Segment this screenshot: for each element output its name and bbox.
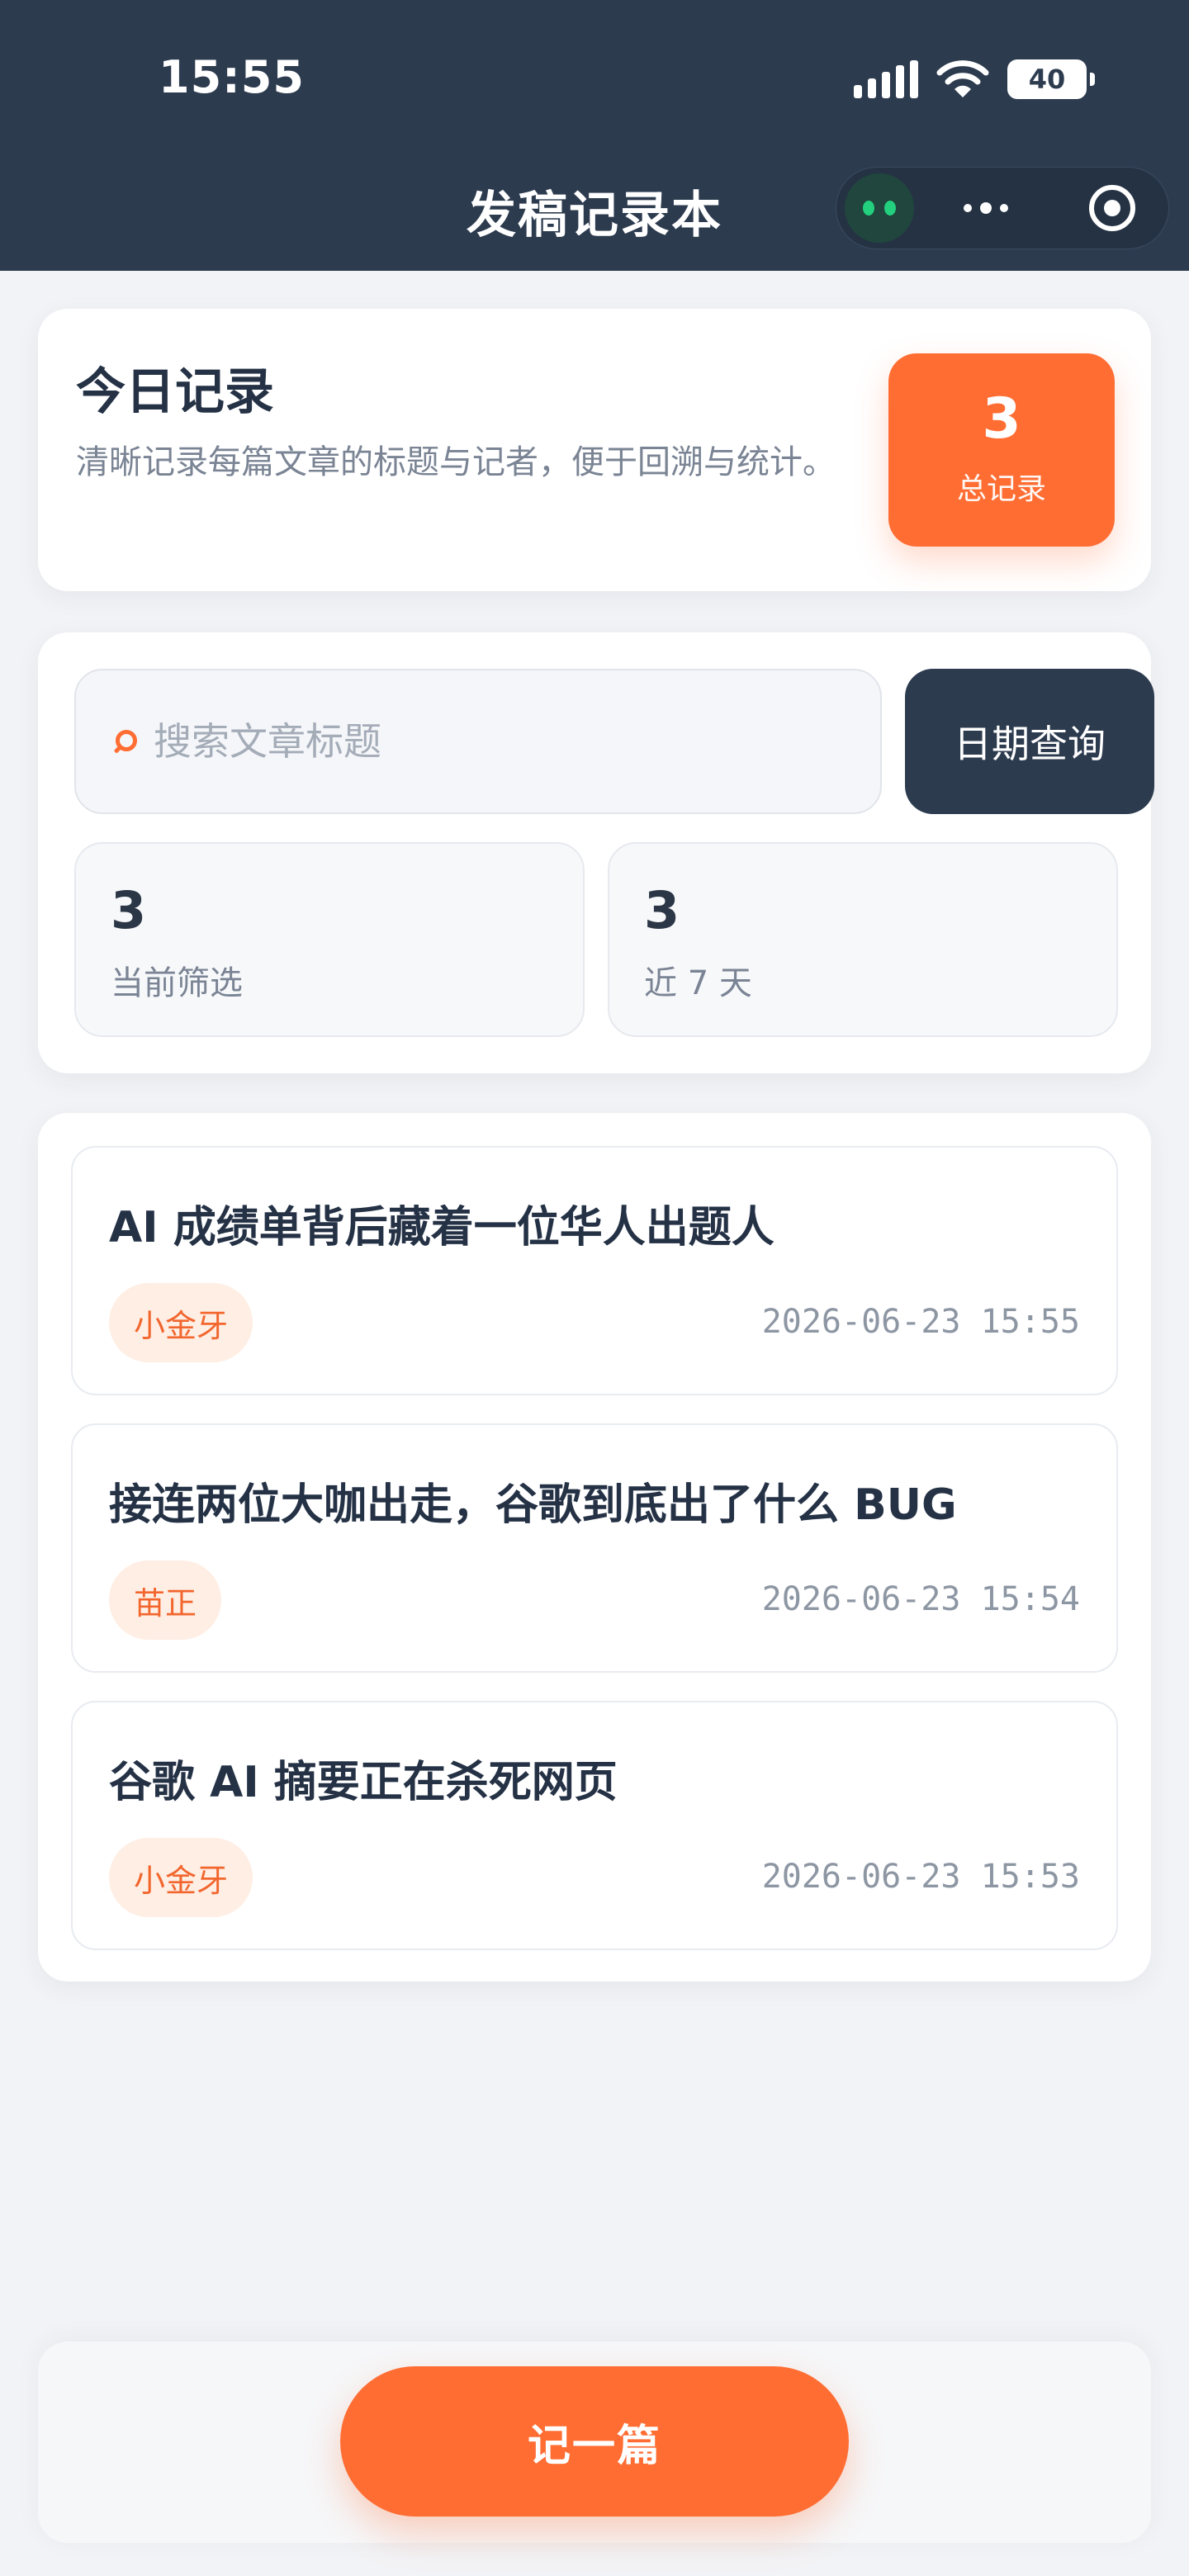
record-time: 2026-06-23 15:55	[761, 1303, 1080, 1341]
mini-program-capsule	[836, 167, 1169, 249]
filter-card: 日期查询 3 当前筛选 3 近 7 天	[38, 632, 1154, 1073]
total-records-label: 总记录	[956, 472, 1046, 506]
total-records-badge: 3 总记录	[888, 353, 1115, 547]
signal-icon	[854, 60, 918, 98]
stat-value: 3	[644, 880, 680, 940]
status-icons: 40	[854, 56, 1095, 102]
record-time: 2026-06-23 15:53	[761, 1858, 1080, 1896]
reporter-tag: 苗正	[109, 1560, 222, 1640]
record-item[interactable]: 谷歌 AI 摘要正在杀死网页 小金牙 2026-06-23 15:53	[71, 1701, 1118, 1950]
search-box[interactable]	[74, 669, 882, 814]
records-list: AI 成绩单背后藏着一位华人出题人 小金牙 2026-06-23 15:55 接…	[38, 1113, 1151, 1982]
record-title: 谷歌 AI 摘要正在杀死网页	[109, 1758, 618, 1807]
stat-current-filter: 3 当前筛选	[74, 842, 585, 1037]
summary-title: 今日记录	[76, 363, 274, 421]
record-item[interactable]: 接连两位大咖出走，谷歌到底出了什么 BUG 苗正 2026-06-23 15:5…	[71, 1423, 1118, 1673]
reporter-tag: 小金牙	[109, 1838, 253, 1917]
top-bar: 15:55 40 发稿记录本	[0, 0, 1189, 271]
stat-last-7-days: 3 近 7 天	[608, 842, 1118, 1037]
close-target-icon[interactable]	[1089, 185, 1135, 231]
reporter-tag: 小金牙	[109, 1283, 253, 1362]
bottom-action-bar: 记一篇	[38, 2342, 1151, 2543]
stat-label: 当前筛选	[111, 964, 243, 1002]
stat-label: 近 7 天	[644, 964, 752, 1002]
date-query-button[interactable]: 日期查询	[905, 669, 1154, 814]
summary-description: 清晰记录每篇文章的标题与记者，便于回溯与统计。	[76, 443, 836, 481]
search-input[interactable]	[154, 719, 814, 764]
record-title: 接连两位大咖出走，谷歌到底出了什么 BUG	[109, 1480, 957, 1530]
status-time: 15:55	[159, 51, 305, 103]
more-dots-icon[interactable]	[964, 202, 1008, 214]
stat-value: 3	[111, 880, 147, 940]
search-icon	[112, 727, 139, 756]
record-title: AI 成绩单背后藏着一位华人出题人	[109, 1203, 775, 1252]
wifi-icon	[936, 60, 989, 97]
battery-level: 40	[1028, 64, 1066, 95]
record-item[interactable]: AI 成绩单背后藏着一位华人出题人 小金牙 2026-06-23 15:55	[71, 1146, 1118, 1395]
record-time: 2026-06-23 15:54	[761, 1580, 1080, 1618]
record-article-button[interactable]: 记一篇	[340, 2366, 849, 2517]
battery-icon: 40	[1007, 59, 1095, 99]
total-records-value: 3	[982, 386, 1021, 452]
summary-card: 今日记录 清晰记录每篇文章的标题与记者，便于回溯与统计。 3 总记录	[38, 309, 1151, 591]
mini-program-eyes-icon[interactable]	[845, 173, 914, 243]
